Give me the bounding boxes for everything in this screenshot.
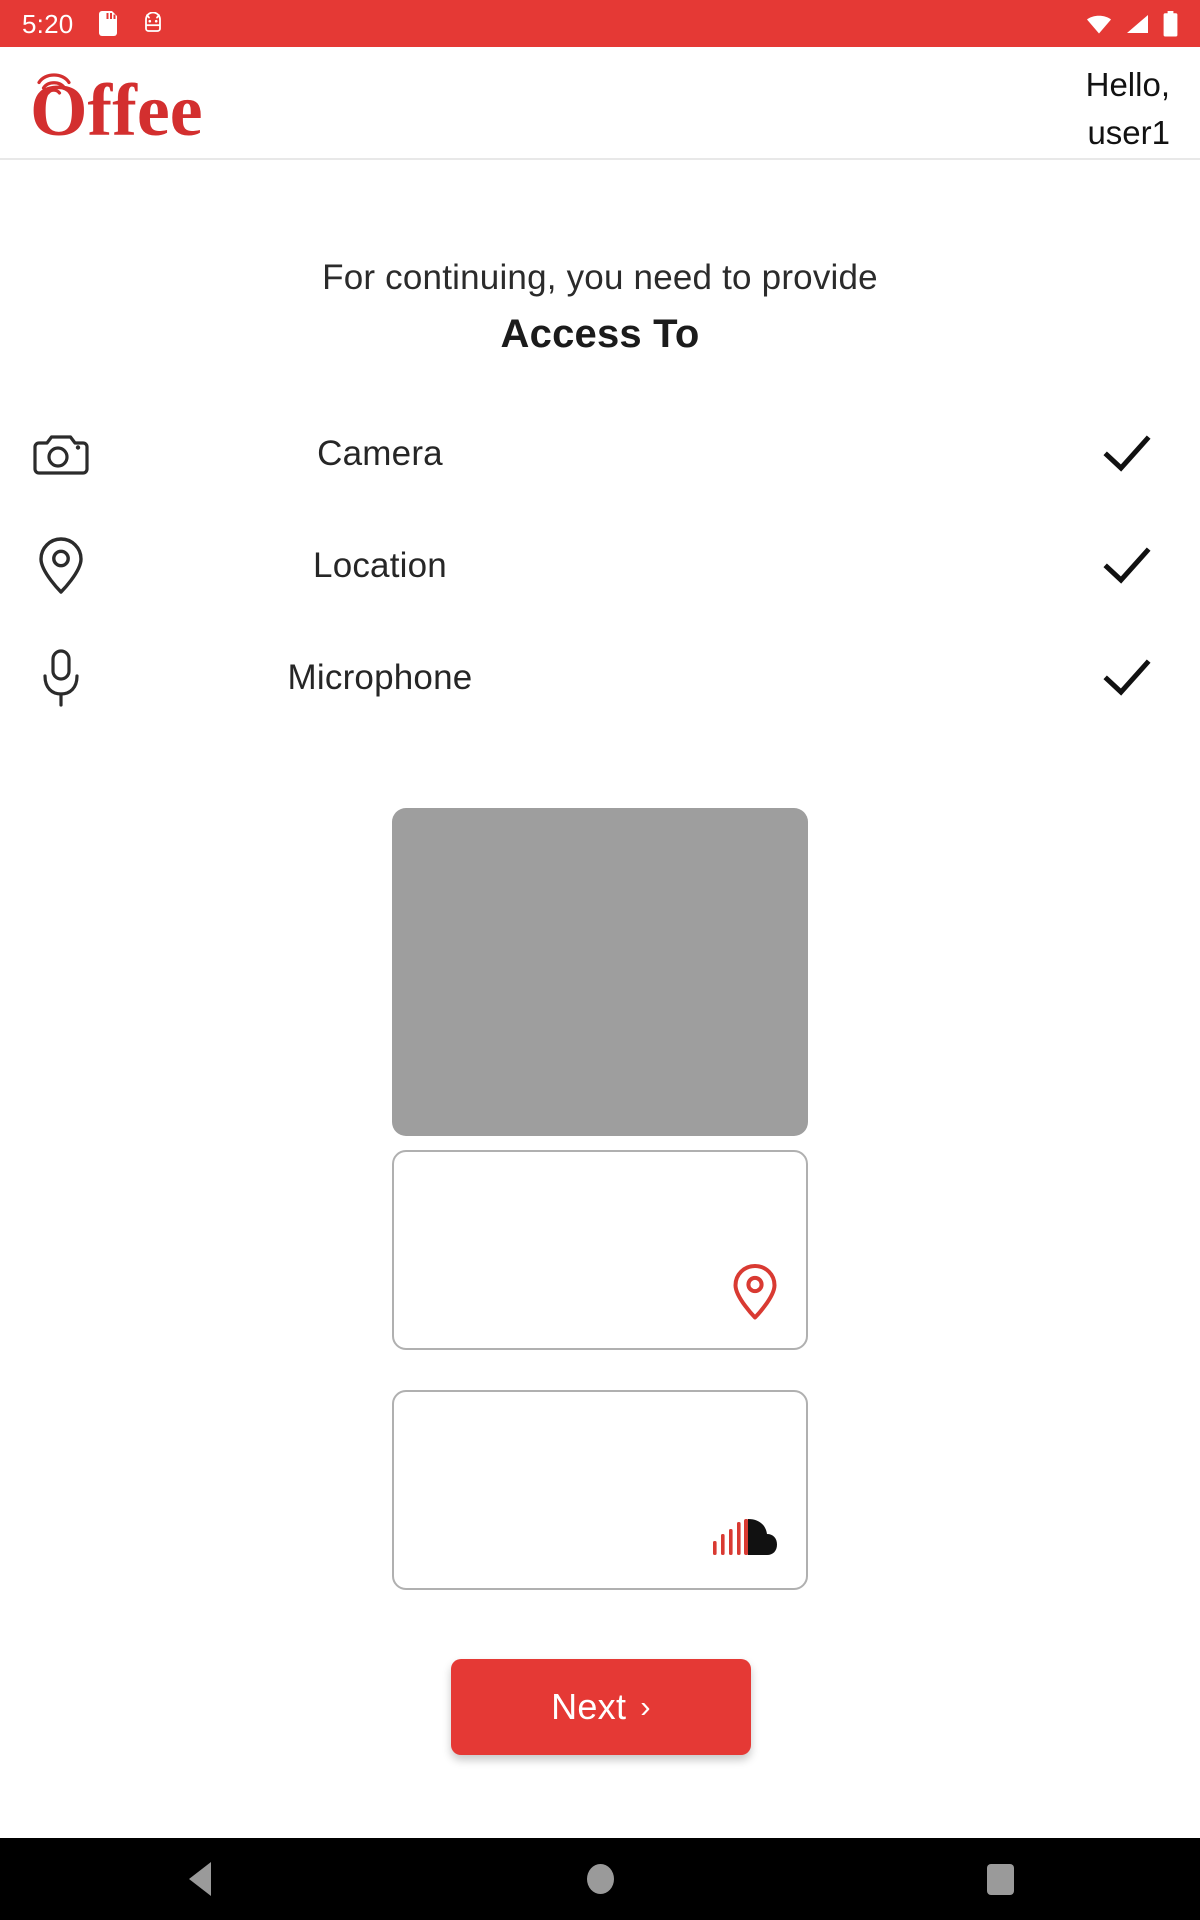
user-greeting: Hello, user1 xyxy=(1086,61,1170,157)
camera-icon xyxy=(30,423,92,485)
android-nav-bar xyxy=(0,1838,1200,1920)
next-button[interactable]: Next › xyxy=(451,1659,751,1755)
app-logo[interactable]: Offee xyxy=(28,57,208,149)
permission-list: Camera Location Microphone xyxy=(0,398,1200,734)
greeting-line-2: user1 xyxy=(1087,114,1170,151)
android-icon xyxy=(145,11,162,32)
microphone-icon xyxy=(30,647,92,709)
home-icon xyxy=(586,1864,614,1894)
status-bar-left-icons xyxy=(99,11,164,36)
recents-icon xyxy=(986,1863,1014,1895)
camera-preview-box[interactable] xyxy=(392,808,808,1136)
permission-row-microphone[interactable]: Microphone xyxy=(0,622,1200,734)
page-title: Access To xyxy=(500,312,700,356)
cellular-signal-icon xyxy=(1127,14,1148,33)
checkmark-icon-location xyxy=(1100,539,1154,593)
chevron-right-icon: › xyxy=(640,1688,651,1724)
permission-row-location[interactable]: Location xyxy=(0,510,1200,622)
next-button-label: Next xyxy=(551,1686,627,1727)
page-subtitle: For continuing, you need to provide xyxy=(322,258,878,297)
location-preview-card[interactable] xyxy=(392,1150,808,1350)
status-bar: 5:20 xyxy=(0,0,1200,47)
back-icon xyxy=(189,1862,211,1896)
soundcloud-audio-icon[interactable] xyxy=(712,1517,778,1566)
phone-screen: 5:20 Offee Hello, user1 For continuing, … xyxy=(0,0,1200,1920)
location-pin-icon xyxy=(30,535,92,597)
microphone-preview-card[interactable] xyxy=(392,1390,808,1590)
permission-row-camera[interactable]: Camera xyxy=(0,398,1200,510)
permission-label-camera: Camera xyxy=(317,434,443,473)
greeting-line-1: Hello, xyxy=(1085,66,1170,103)
wifi-icon xyxy=(1087,15,1111,33)
app-bar: Offee Hello, user1 xyxy=(0,47,1200,160)
nav-home-button[interactable] xyxy=(400,1864,800,1894)
sd-card-icon xyxy=(99,11,118,36)
nav-back-button[interactable] xyxy=(0,1862,400,1896)
status-bar-clock: 5:20 xyxy=(22,8,74,39)
logo-wordmark: Offee xyxy=(30,70,203,149)
battery-icon xyxy=(1163,10,1178,37)
checkmark-icon-microphone xyxy=(1100,651,1154,705)
status-bar-right-icons xyxy=(1085,10,1178,37)
permission-label-microphone: Microphone xyxy=(287,658,473,697)
checkmark-icon-camera xyxy=(1100,427,1154,481)
location-pin-icon-card[interactable] xyxy=(732,1263,778,1326)
permission-label-location: Location xyxy=(313,546,447,585)
nav-recents-button[interactable] xyxy=(800,1863,1200,1895)
